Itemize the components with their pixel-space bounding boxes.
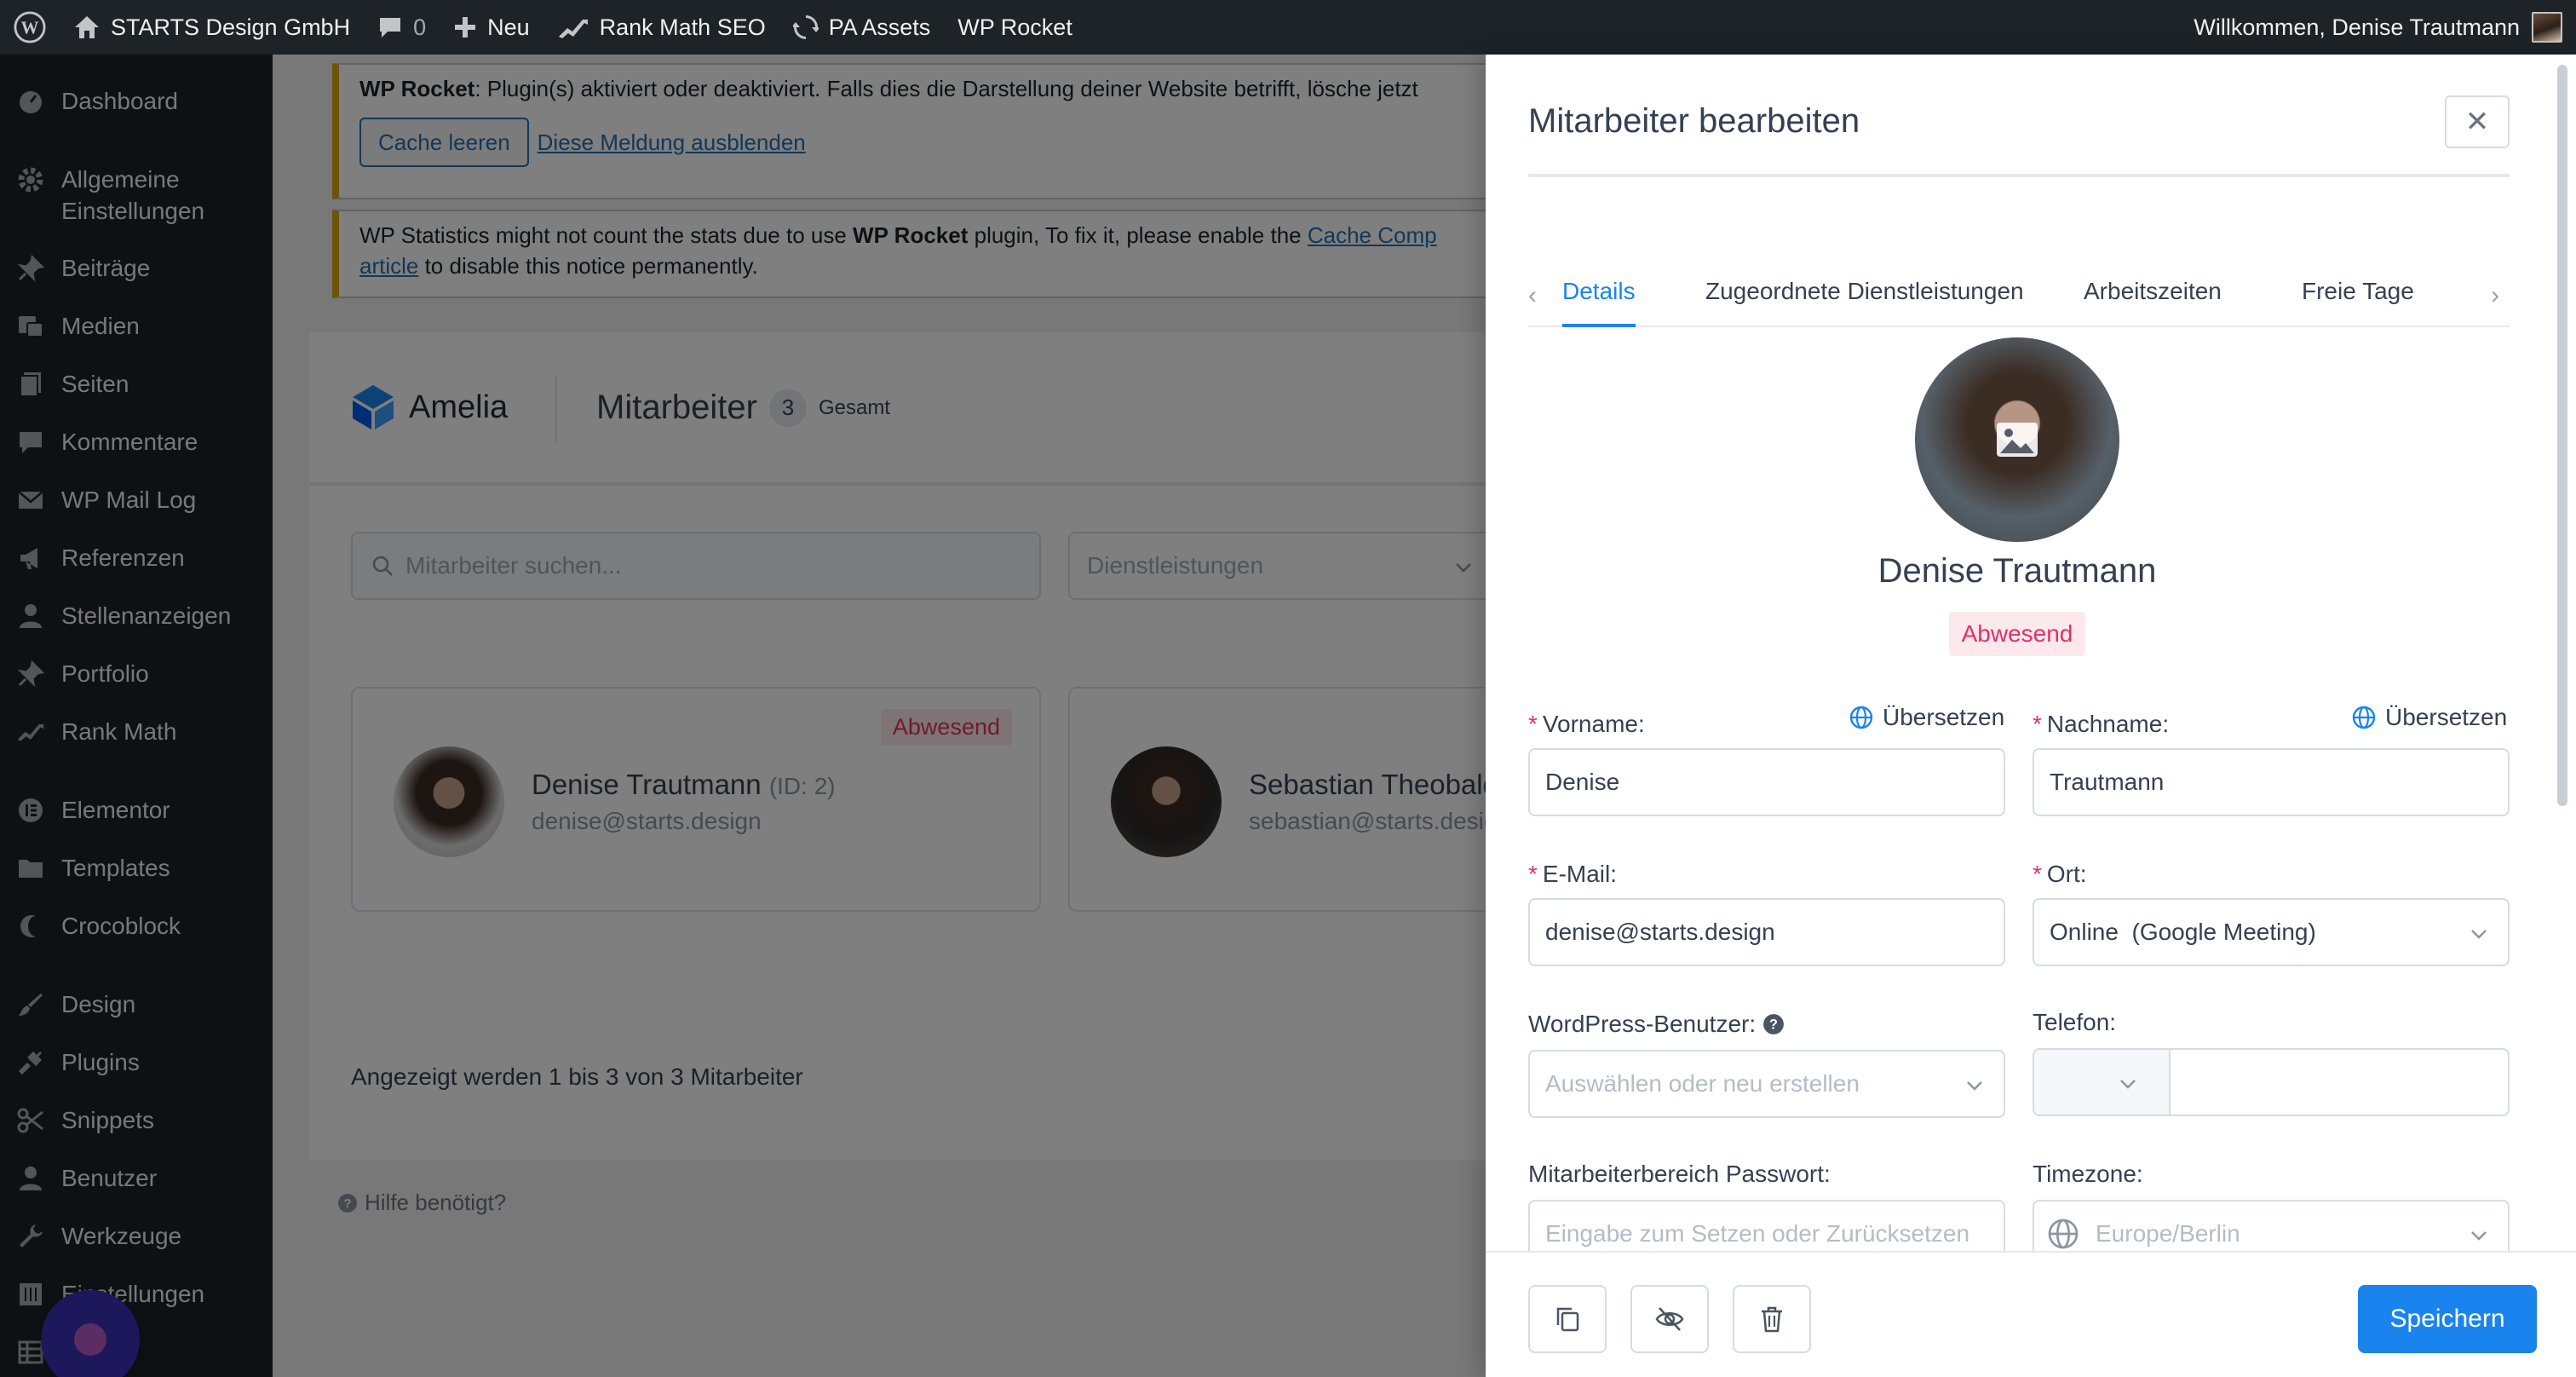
lastname-label-text: Nachname: bbox=[2046, 711, 2170, 737]
globe-icon bbox=[1849, 706, 1873, 729]
refresh-icon bbox=[792, 15, 819, 39]
pa-assets-label: PA Assets bbox=[828, 14, 931, 40]
eye-off-icon bbox=[1655, 1307, 1684, 1331]
translate-label: Übersetzen bbox=[1883, 704, 2005, 730]
wp-user-label-text: WordPress-Benutzer: bbox=[1528, 1011, 1757, 1037]
chevron-down-icon bbox=[2471, 1231, 2487, 1241]
close-button[interactable]: ✕ bbox=[2445, 95, 2510, 148]
phone-label: Telefon: bbox=[2033, 1009, 2117, 1035]
status-badge: Abwesend bbox=[1949, 612, 2085, 656]
location-label-text: Ort: bbox=[2046, 861, 2087, 887]
edit-employee-drawer: Mitarbeiter bearbeiten ✕ ‹ Details Zugeo… bbox=[1486, 55, 2576, 1377]
copy-icon bbox=[1556, 1307, 1579, 1332]
location-label: * Ort: bbox=[2033, 861, 2087, 887]
globe-icon bbox=[2352, 706, 2376, 729]
rankmath-icon bbox=[558, 20, 588, 38]
location-value: Online (Google Meeting) bbox=[2050, 919, 2316, 945]
question-circle-icon[interactable]: ? bbox=[1762, 1013, 1785, 1035]
comments-count: 0 bbox=[413, 14, 427, 40]
tab-working-hours[interactable]: Arbeitszeiten bbox=[2084, 278, 2222, 305]
comments-menu[interactable]: 0 bbox=[364, 0, 440, 55]
modal-overlay[interactable] bbox=[0, 55, 1486, 1377]
drawer-tabs: ‹ Details Zugeordnete Dienstleistungen A… bbox=[1528, 259, 2510, 327]
trash-icon bbox=[1762, 1306, 1782, 1333]
wp-user-label: WordPress-Benutzer: ? bbox=[1528, 1011, 1785, 1038]
drawer-scrollbar[interactable] bbox=[2557, 65, 2567, 806]
wordpress-icon: W bbox=[14, 11, 46, 43]
wp-rocket-menu[interactable]: WP Rocket bbox=[944, 0, 1086, 55]
site-name: STARTS Design GmbH bbox=[111, 14, 351, 40]
lastname-field[interactable]: Trautmann bbox=[2033, 748, 2510, 816]
profile-photo[interactable] bbox=[1915, 337, 2119, 542]
email-label-text: E-Mail: bbox=[1542, 861, 1618, 887]
translate-lastname-button[interactable]: Übersetzen bbox=[2351, 704, 2507, 731]
tab-scroll-right-icon[interactable]: › bbox=[2491, 281, 2499, 310]
close-icon: ✕ bbox=[2464, 106, 2490, 138]
password-label: Mitarbeiterbereich Passwort: bbox=[1528, 1161, 1831, 1187]
save-button[interactable]: Speichern bbox=[2358, 1285, 2537, 1353]
image-upload-icon bbox=[1997, 423, 2038, 457]
rankmath-label: Rank Math SEO bbox=[599, 14, 766, 40]
delete-button[interactable] bbox=[1733, 1285, 1811, 1353]
tab-scroll-left-icon[interactable]: ‹ bbox=[1528, 281, 1537, 310]
plus-icon bbox=[455, 17, 476, 37]
email-field[interactable]: denise@starts.design bbox=[1528, 898, 2005, 966]
admin-bar: W STARTS Design GmbH 0 Neu Rank Math SEO… bbox=[0, 0, 2576, 55]
wp-logo-menu[interactable]: W bbox=[0, 0, 60, 55]
wp-user-placeholder: Auswählen oder neu erstellen bbox=[1545, 1070, 1860, 1097]
email-label: * E-Mail: bbox=[1528, 861, 1618, 887]
drawer-divider bbox=[1528, 174, 2510, 177]
chevron-down-icon bbox=[2120, 1080, 2136, 1089]
pa-assets-menu[interactable]: PA Assets bbox=[779, 0, 945, 55]
phone-country-select[interactable] bbox=[2033, 1048, 2171, 1116]
profile-name: Denise Trautmann bbox=[1877, 552, 2157, 590]
firstname-label: * Vorname: bbox=[1528, 711, 1645, 737]
firstname-field[interactable]: Denise bbox=[1528, 748, 2005, 816]
new-content-menu[interactable]: Neu bbox=[440, 0, 543, 55]
welcome-text: Willkommen, Denise Trautmann bbox=[2194, 14, 2520, 40]
wp-user-select[interactable]: Auswählen oder neu erstellen bbox=[1528, 1050, 2005, 1118]
wp-rocket-label: WP Rocket bbox=[957, 14, 1072, 40]
firstname-label-text: Vorname: bbox=[1542, 711, 1645, 737]
comment-bubble-icon bbox=[380, 18, 401, 37]
lastname-label: * Nachname: bbox=[2033, 711, 2170, 737]
translate-label: Übersetzen bbox=[2385, 704, 2508, 730]
timezone-value: Europe/Berlin bbox=[2096, 1220, 2240, 1247]
svg-text:W: W bbox=[21, 18, 39, 38]
translate-firstname-button[interactable]: Übersetzen bbox=[1849, 704, 2004, 731]
my-account-menu[interactable]: Willkommen, Denise Trautmann bbox=[2194, 0, 2562, 55]
drawer-title: Mitarbeiter bearbeiten bbox=[1528, 102, 1860, 140]
timezone-label: Timezone: bbox=[2033, 1161, 2143, 1187]
globe-icon bbox=[2048, 1219, 2079, 1249]
chevron-down-icon bbox=[2471, 930, 2487, 939]
tab-days-off[interactable]: Freie Tage bbox=[2302, 278, 2414, 305]
hide-button[interactable] bbox=[1630, 1285, 1709, 1353]
new-label: Neu bbox=[487, 14, 530, 40]
rankmath-menu[interactable]: Rank Math SEO bbox=[543, 0, 779, 55]
site-name-menu[interactable]: STARTS Design GmbH bbox=[60, 0, 364, 55]
tab-assigned-services[interactable]: Zugeordnete Dienstleistungen bbox=[1705, 278, 2024, 305]
tab-details[interactable]: Details bbox=[1562, 278, 1636, 305]
drawer-footer: Speichern bbox=[1486, 1251, 2576, 1377]
location-select[interactable]: Online (Google Meeting) bbox=[2033, 898, 2510, 966]
home-icon bbox=[75, 16, 99, 38]
active-tab-indicator bbox=[1562, 324, 1636, 327]
user-avatar bbox=[2532, 12, 2562, 43]
duplicate-button[interactable] bbox=[1528, 1285, 1607, 1353]
chevron-down-icon bbox=[1967, 1081, 1982, 1091]
phone-field[interactable] bbox=[2169, 1048, 2510, 1116]
svg-text:?: ? bbox=[1769, 1017, 1778, 1032]
